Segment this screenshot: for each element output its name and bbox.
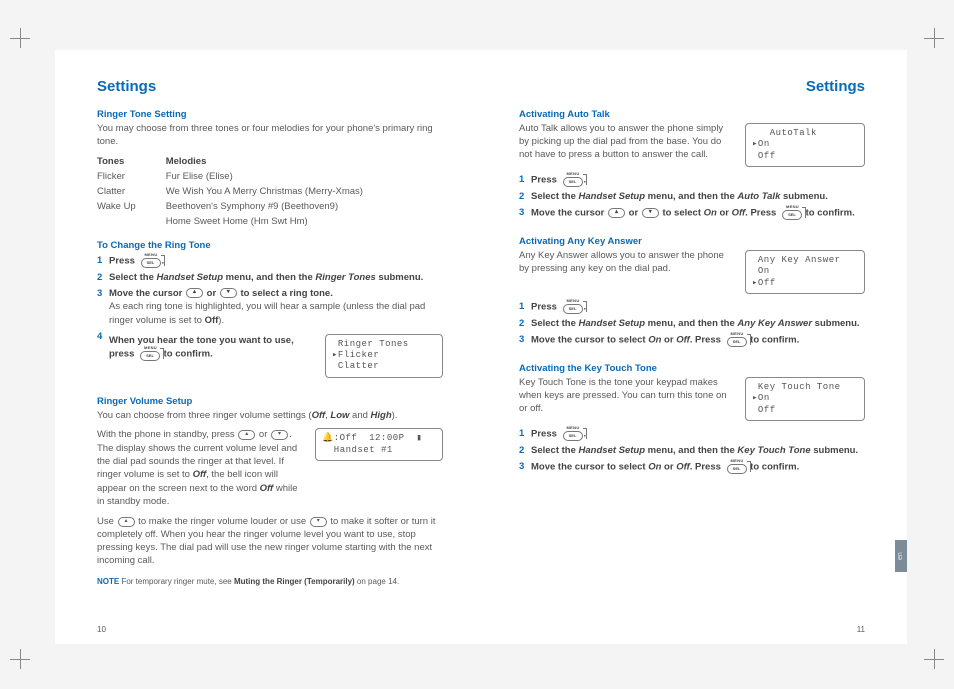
page-spread: Settings Ringer Tone Setting You may cho… <box>55 50 907 644</box>
step-text: Select the Handset Setup menu, and then … <box>109 271 443 284</box>
note-text: NOTE For temporary ringer mute, see Muti… <box>97 577 443 588</box>
lcd-display: Any Key Answer On ▸Off <box>745 250 865 294</box>
crop-mark <box>924 649 944 669</box>
section-heading: Ringer Volume Setup <box>97 396 443 407</box>
section-heading: Ringer Tone Setting <box>97 109 443 120</box>
tone-cell: Clatter <box>97 185 166 200</box>
menu-sel-key-icon <box>561 300 583 314</box>
crop-mark <box>10 649 30 669</box>
section-heading: Activating the Key Touch Tone <box>519 363 865 374</box>
menu-sel-key-icon <box>725 333 747 347</box>
step-text: Select the Handset Setup menu, and then … <box>531 317 865 330</box>
lcd-display: 🔔:Off 12:00P ▮ Handset #1 <box>315 428 443 461</box>
step-number: 3 <box>97 287 109 327</box>
crop-mark <box>10 28 30 48</box>
section-heading: To Change the Ring Tone <box>97 240 443 251</box>
melody-cell: We Wish You A Merry Christmas (Merry-Xma… <box>166 185 393 200</box>
lcd-display: Ringer Tones ▸Flicker Clatter <box>325 334 443 378</box>
up-arrow-key-icon: ▴ <box>186 288 203 298</box>
down-arrow-key-icon: ▾ <box>642 208 659 218</box>
step-text: Press . <box>109 254 443 268</box>
section-heading: Activating Any Key Answer <box>519 236 865 247</box>
menu-sel-key-icon <box>725 460 747 474</box>
body-text: With the phone in standby, press ▴ or ▾.… <box>97 428 305 508</box>
menu-sel-key-icon <box>780 206 802 220</box>
steps-list: 1Press . 2Select the Handset Setup menu,… <box>519 300 865 347</box>
section-intro: You may choose from three tones or four … <box>97 123 443 149</box>
page-title: Settings <box>97 78 443 95</box>
step-text: Move the cursor to select On or Off. Pre… <box>531 460 865 474</box>
melody-cell: Beethoven's Symphony #9 (Beethoven9) <box>166 200 393 215</box>
step-text: Move the cursor ▴ or ▾ to select a ring … <box>109 287 443 327</box>
step-number: 1 <box>519 300 531 314</box>
tones-table: Tones Melodies FlickerFur Elise (Elise) … <box>97 155 393 230</box>
up-arrow-key-icon: ▴ <box>118 517 135 527</box>
tone-cell <box>97 215 166 230</box>
step-number: 2 <box>97 271 109 284</box>
step-number: 3 <box>519 333 531 347</box>
step-text: Press . <box>531 300 865 314</box>
left-page: Settings Ringer Tone Setting You may cho… <box>55 50 481 644</box>
col-header-melodies: Melodies <box>166 155 393 171</box>
step-text: Select the Handset Setup menu, and then … <box>531 444 865 457</box>
right-page: Settings Activating Auto Talk AutoTalk ▸… <box>481 50 907 644</box>
page-number: 11 <box>857 625 865 634</box>
section-intro: You can choose from three ringer volume … <box>97 410 443 423</box>
crop-mark <box>924 28 944 48</box>
step-text: Move the cursor to select On or Off. Pre… <box>531 333 865 347</box>
step-number: 2 <box>519 444 531 457</box>
up-arrow-key-icon: ▴ <box>238 430 255 440</box>
tone-cell: Flicker <box>97 170 166 185</box>
tone-cell: Wake Up <box>97 200 166 215</box>
col-header-tones: Tones <box>97 155 166 171</box>
page-title: Settings <box>519 78 865 95</box>
down-arrow-key-icon: ▾ <box>271 430 288 440</box>
section-heading: Activating Auto Talk <box>519 109 865 120</box>
step-text: When you hear the tone you want to use, … <box>109 330 443 386</box>
down-arrow-key-icon: ▾ <box>310 517 327 527</box>
step-number: 2 <box>519 190 531 203</box>
melody-cell: Fur Elise (Elise) <box>166 170 393 185</box>
menu-sel-key-icon <box>561 427 583 441</box>
step-text: Press . <box>531 173 865 187</box>
steps-list: 1Press . 2Select the Handset Setup menu,… <box>519 173 865 220</box>
melody-cell: Home Sweet Home (Hm Swt Hm) <box>166 215 393 230</box>
lcd-display: AutoTalk ▸On Off <box>745 123 865 167</box>
menu-sel-key-icon <box>561 173 583 187</box>
step-number: 2 <box>519 317 531 330</box>
steps-list: 1 Press . 2 Select the Handset Setup men… <box>97 254 443 386</box>
menu-sel-key-icon <box>139 254 161 268</box>
up-arrow-key-icon: ▴ <box>608 208 625 218</box>
menu-sel-key-icon <box>138 347 160 361</box>
down-arrow-key-icon: ▾ <box>220 288 237 298</box>
step-number: 4 <box>97 330 109 386</box>
steps-list: 1Press . 2Select the Handset Setup menu,… <box>519 427 865 474</box>
page-number: 10 <box>97 625 106 634</box>
step-text: Select the Handset Setup menu, and then … <box>531 190 865 203</box>
language-tab: en <box>895 540 907 572</box>
body-text: Use ▴ to make the ringer volume louder o… <box>97 516 443 567</box>
step-number: 3 <box>519 206 531 220</box>
step-number: 1 <box>519 173 531 187</box>
step-text: Move the cursor ▴ or ▾ to select On or O… <box>531 206 865 220</box>
lcd-display: Key Touch Tone ▸On Off <box>745 377 865 421</box>
step-text: Press . <box>531 427 865 441</box>
step-number: 3 <box>519 460 531 474</box>
step-number: 1 <box>97 254 109 268</box>
step-number: 1 <box>519 427 531 441</box>
